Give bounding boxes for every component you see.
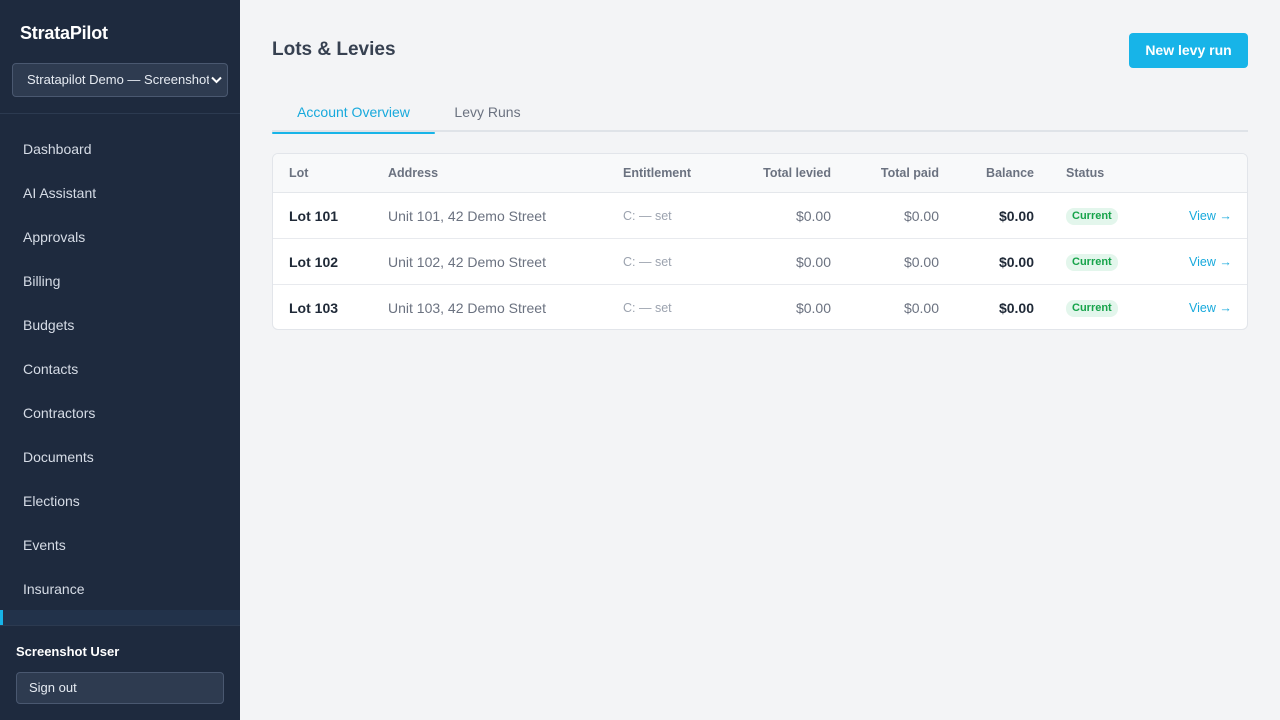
lot-address: Unit 102, 42 Demo Street	[388, 254, 546, 270]
sidebar-item-billing[interactable]: Billing	[0, 259, 240, 303]
view-lot-link[interactable]: View →	[1189, 193, 1232, 239]
organization-select-value: Stratapilot Demo — Screenshot	[27, 72, 210, 87]
column-header-status: Status	[1066, 166, 1105, 180]
column-header-balance: Balance	[986, 166, 1034, 180]
sidebar-item-dashboard[interactable]: Dashboard	[0, 127, 240, 171]
column-header-address: Address	[388, 166, 439, 180]
sidebar-item-active-partial[interactable]	[0, 610, 240, 625]
column-header-entitlement: Entitlement	[623, 166, 692, 180]
lot-entitlement: C: — set	[623, 301, 672, 315]
total-paid: $0.00	[903, 300, 939, 316]
status-badge: Current	[1066, 300, 1118, 317]
sidebar-divider	[0, 113, 240, 114]
column-header-total-levied: Total levied	[763, 166, 831, 180]
view-lot-link[interactable]: View →	[1189, 239, 1232, 285]
lot-number: Lot 101	[289, 208, 339, 224]
column-header-lot: Lot	[289, 166, 309, 180]
sidebar-footer-divider	[0, 625, 240, 626]
column-header-total-paid: Total paid	[880, 166, 939, 180]
view-lot-link[interactable]: View →	[1189, 285, 1232, 329]
sidebar-item-contacts[interactable]: Contacts	[0, 347, 240, 391]
table-header: Lot Address Entitlement Total levied Tot…	[273, 154, 1247, 193]
balance: $0.00	[998, 254, 1034, 270]
balance: $0.00	[998, 300, 1034, 316]
lot-number: Lot 102	[289, 254, 339, 270]
sidebar: StrataPilot Stratapilot Demo — Screensho…	[0, 0, 240, 720]
balance: $0.00	[998, 208, 1034, 224]
chevron-down-icon	[209, 64, 223, 96]
sidebar-item-documents[interactable]: Documents	[0, 435, 240, 479]
lot-entitlement: C: — set	[623, 255, 672, 269]
brand-logo[interactable]: StrataPilot	[20, 23, 108, 44]
status-badge: Current	[1066, 254, 1118, 271]
sidebar-nav: Dashboard AI Assistant Approvals Billing…	[0, 127, 240, 611]
sidebar-item-elections[interactable]: Elections	[0, 479, 240, 523]
sign-out-button[interactable]: Sign out	[16, 672, 224, 704]
table-row[interactable]: Lot 102 Unit 102, 42 Demo Street C: — se…	[273, 239, 1247, 285]
tab-account-overview[interactable]: Account Overview	[272, 92, 435, 134]
current-user-name: Screenshot User	[16, 644, 120, 659]
tab-bar: Account Overview Levy Runs	[272, 92, 1248, 134]
tab-levy-runs[interactable]: Levy Runs	[435, 92, 540, 132]
total-paid: $0.00	[903, 208, 939, 224]
status-badge: Current	[1066, 208, 1118, 225]
sidebar-item-budgets[interactable]: Budgets	[0, 303, 240, 347]
lot-entitlement: C: — set	[623, 209, 672, 223]
lot-number: Lot 103	[289, 300, 339, 316]
page-title: Lots & Levies	[272, 39, 396, 60]
sidebar-item-ai-assistant[interactable]: AI Assistant	[0, 171, 240, 215]
table-row[interactable]: Lot 103 Unit 103, 42 Demo Street C: — se…	[273, 285, 1247, 329]
active-indicator	[0, 610, 3, 625]
total-paid: $0.00	[903, 254, 939, 270]
sidebar-item-insurance[interactable]: Insurance	[0, 567, 240, 611]
lot-address: Unit 103, 42 Demo Street	[388, 300, 546, 316]
total-levied: $0.00	[795, 300, 831, 316]
total-levied: $0.00	[795, 254, 831, 270]
total-levied: $0.00	[795, 208, 831, 224]
table-row[interactable]: Lot 101 Unit 101, 42 Demo Street C: — se…	[273, 193, 1247, 239]
sidebar-item-approvals[interactable]: Approvals	[0, 215, 240, 259]
lots-table: Lot Address Entitlement Total levied Tot…	[272, 153, 1248, 330]
new-levy-run-button[interactable]: New levy run	[1129, 33, 1248, 68]
organization-select[interactable]: Stratapilot Demo — Screenshot	[12, 63, 228, 97]
sidebar-item-contractors[interactable]: Contractors	[0, 391, 240, 435]
lot-address: Unit 101, 42 Demo Street	[388, 208, 546, 224]
sidebar-item-events[interactable]: Events	[0, 523, 240, 567]
